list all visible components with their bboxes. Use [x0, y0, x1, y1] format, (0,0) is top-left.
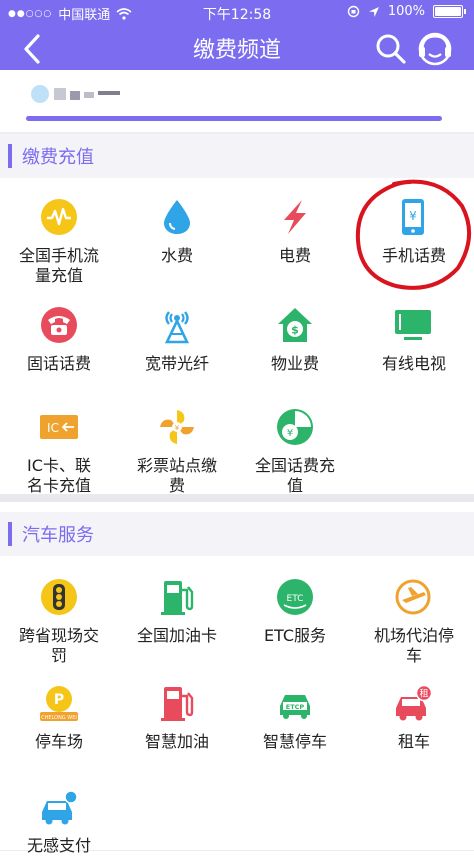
grid-item-mobile-bill[interactable]: ¥ 手机话费 [354, 180, 474, 289]
property-house-icon: $ [278, 308, 312, 342]
section-accent-bar [8, 522, 12, 546]
svg-text:¥: ¥ [175, 424, 180, 432]
phone-bill-recharge-icon: ¥ [277, 409, 313, 445]
orientation-lock-icon [347, 5, 360, 18]
section-title: 缴费充值 [22, 147, 94, 168]
battery-percent: 100% [387, 4, 425, 19]
account-underline [26, 116, 442, 121]
svg-text:IC: IC [47, 421, 59, 435]
grid-item-data-recharge[interactable]: 全国手机流 量充值 [0, 180, 119, 289]
broadband-antenna-icon [164, 311, 190, 344]
grid-empty-cell [118, 770, 237, 851]
item-label: 费 [168, 476, 185, 495]
item-label: 租车 [397, 732, 430, 751]
grid-item-parking-lot[interactable]: P CHELONG WEI 停车场 [0, 666, 119, 771]
traffic-light-icon [41, 579, 77, 615]
grid-empty-cell [236, 770, 355, 851]
grid-item-traffic-fine[interactable]: 跨省现场交罚 [0, 560, 119, 667]
item-label: 量充值 [34, 266, 83, 285]
grid-item-electricity[interactable]: 电费 [236, 180, 355, 289]
section-accent-bar [8, 144, 12, 168]
airport-parking-icon [395, 579, 431, 615]
etcp-car-icon: ETCP [280, 695, 310, 719]
water-drop-icon [164, 200, 190, 234]
item-label: 水费 [160, 246, 193, 265]
grid-item-fuel-card[interactable]: 全国加油卡 [118, 560, 237, 667]
item-label: 全国加油卡 [136, 626, 217, 645]
item-label: 智慧停车 [262, 732, 327, 751]
section-divider [0, 494, 474, 502]
item-label: 物业费 [270, 354, 319, 373]
section-header-payment: 缴费充值 [0, 134, 474, 178]
svg-text:CHELONG WEI: CHELONG WEI [41, 715, 77, 721]
section-title: 汽车服务 [22, 525, 94, 546]
car-rental-icon: 租 [396, 684, 432, 721]
grid-item-lottery[interactable]: ¥ 彩票站点缴费 [118, 390, 237, 495]
search-icon[interactable] [374, 32, 408, 66]
item-label: 名卡充值 [26, 476, 91, 495]
item-label: 有线电视 [381, 354, 446, 373]
nav-bar: 缴费频道 [0, 26, 474, 70]
item-label: 车 [405, 646, 422, 665]
item-label: 全国话费充 [254, 456, 335, 475]
battery-icon [433, 5, 463, 18]
item-label: 无感支付 [26, 836, 91, 855]
item-label: 电费 [278, 246, 311, 265]
customer-service-icon[interactable] [416, 30, 454, 68]
section-header-car: 汽车服务 [0, 512, 474, 556]
item-label: 手机话费 [381, 246, 446, 265]
item-label: 智慧加油 [144, 732, 209, 751]
landline-phone-icon [41, 307, 77, 343]
ic-card-icon: IC [40, 415, 78, 439]
item-label: 固话话费 [26, 354, 91, 373]
grid-item-property[interactable]: $ 物业费 [236, 288, 355, 391]
grid-item-cable-tv[interactable]: 有线电视 [354, 288, 474, 391]
item-label: 停车场 [34, 732, 83, 751]
item-label: 全国手机流 [18, 246, 99, 265]
etc-badge-icon: ETC [277, 579, 313, 615]
fuel-pump-icon [161, 581, 194, 615]
mobile-phone-yuan-icon: ¥ [402, 199, 424, 235]
grid-item-etc[interactable]: ETC ETC服务 [236, 560, 355, 667]
grid-item-ic-card[interactable]: IC IC卡、联 名卡充值 [0, 390, 119, 495]
svg-text:租: 租 [419, 689, 428, 700]
parking-lot-icon: P CHELONG WEI [40, 686, 78, 721]
item-label: IC卡、联 [27, 456, 91, 475]
svg-text:ETCP: ETCP [286, 703, 305, 711]
item-label: 跨省现场交 [18, 626, 99, 645]
svg-text:$: $ [291, 324, 299, 337]
item-label: 值 [286, 476, 303, 495]
item-label: 罚 [50, 646, 67, 665]
grid-item-car-rental[interactable]: 租 租车 [354, 666, 474, 771]
lottery-pinwheel-icon: ¥ [160, 410, 194, 444]
svg-text:ETC: ETC [287, 594, 304, 604]
grid-item-broadband[interactable]: 宽带光纤 [118, 288, 237, 391]
grid-item-car-pay[interactable]: 无感支付 [0, 770, 119, 855]
location-icon [368, 6, 379, 17]
grid-item-landline[interactable]: 固话话费 [0, 288, 119, 391]
grid-item-phone-recharge[interactable]: ¥ 全国话费充值 [236, 390, 355, 495]
item-label: 宽带光纤 [144, 354, 209, 373]
svg-text:¥: ¥ [287, 428, 293, 439]
grid-item-smart-parking[interactable]: ETCP 智慧停车 [236, 666, 355, 771]
battery-tip [464, 9, 466, 14]
item-label: 彩票站点缴 [136, 456, 217, 475]
smart-fuel-icon [161, 687, 194, 721]
item-label: ETC服务 [263, 626, 327, 645]
lightning-icon [284, 200, 306, 234]
tv-icon [395, 310, 431, 340]
car-pay-icon [42, 790, 78, 825]
svg-text:P: P [54, 692, 64, 708]
svg-text:¥: ¥ [409, 209, 417, 223]
grid-item-airport-parking[interactable]: 机场代泊停车 [354, 560, 474, 667]
account-avatar-blur [31, 85, 120, 103]
grid-empty-cell [354, 390, 474, 495]
grid-item-water[interactable]: 水费 [118, 180, 237, 289]
grid-item-smart-fuel[interactable]: 智慧加油 [118, 666, 237, 771]
data-traffic-icon [41, 199, 77, 235]
grid-empty-cell [354, 770, 474, 851]
item-label: 机场代泊停 [373, 626, 454, 645]
status-bar: ●●○○○ 中国联通 下午12:58 100% [0, 0, 474, 24]
